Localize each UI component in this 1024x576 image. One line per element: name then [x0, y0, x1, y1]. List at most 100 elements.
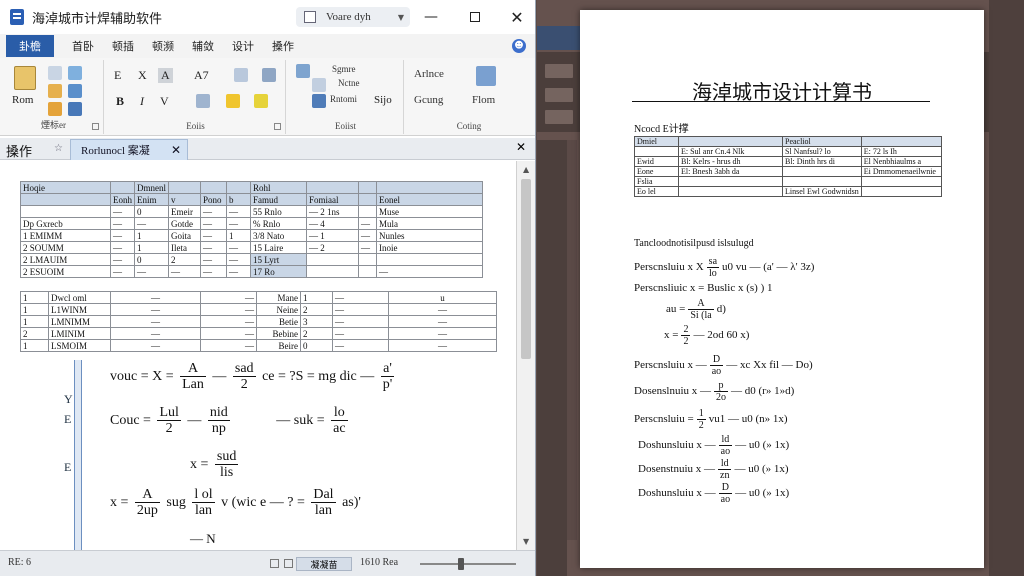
table-row[interactable]: 1 LSMOIM — — Beire 0 — — [20, 339, 497, 352]
clear-format-icon[interactable] [262, 68, 276, 82]
table-row[interactable]: 2 LMINIM — — Bebine 2 — — [20, 327, 497, 340]
strikethrough-button[interactable]: X [138, 68, 147, 83]
table-cell[interactable]: — [332, 339, 389, 352]
table-cell[interactable]: — [358, 229, 377, 242]
font-size-button[interactable]: A7 [194, 68, 209, 83]
menu-item-tools[interactable]: 辅敛 [192, 38, 214, 54]
view-mode-button[interactable]: 凝凝苗 [296, 557, 352, 571]
table-cell[interactable]: — [388, 327, 497, 340]
menu-item-operate[interactable]: 搡作 [272, 38, 294, 54]
table-cell[interactable]: — [134, 265, 169, 278]
table-cell[interactable]: 1 [20, 315, 49, 328]
table-cell[interactable]: LMINIM [48, 327, 111, 340]
table-row[interactable]: 2 ESUOIM — — — — — 17 Ro — [20, 265, 483, 278]
zoom-slider-knob[interactable] [458, 558, 464, 570]
table-cell[interactable]: — [200, 241, 227, 254]
table-cell[interactable]: LSMOIM [48, 339, 111, 352]
table-cell[interactable] [20, 205, 111, 218]
table-cell[interactable]: L1WINM [48, 303, 111, 316]
underline-button[interactable]: V [160, 94, 169, 109]
highlight-icon[interactable] [48, 102, 62, 116]
table-cell[interactable]: Inoie [376, 241, 483, 254]
table-cell[interactable]: — [332, 303, 389, 316]
table-cell[interactable]: — 2 1ns [306, 205, 359, 218]
table-row[interactable]: — 0 Emeir — — 55 Rnlo — 2 1ns Muse [20, 205, 483, 218]
ribbon-config-item[interactable]: Arlnce [414, 68, 444, 80]
table-cell[interactable]: 17 Ro [250, 265, 307, 278]
tab-document[interactable]: Rorlunocl 案凝 ✕ [70, 139, 188, 160]
table-cell[interactable]: — [200, 303, 257, 316]
ribbon-edit-item[interactable]: Nctne [338, 78, 360, 88]
table-cell[interactable]: — [110, 327, 201, 340]
paste-icon[interactable] [14, 66, 36, 90]
table-cell[interactable] [358, 265, 377, 278]
font-button[interactable]: E [114, 68, 121, 83]
table-row[interactable]: 2 SOUMM — 1 Ileta — — 15 Laire — 2 — Ino… [20, 241, 483, 254]
table-cell[interactable]: 2 [300, 327, 333, 340]
table-cell[interactable]: Mane [256, 291, 301, 304]
table-cell[interactable]: — [200, 205, 227, 218]
table-cell[interactable]: 15 Laire [250, 241, 307, 254]
table-cell[interactable]: — [200, 253, 227, 266]
table-cell[interactable]: % Rnlo [250, 217, 307, 230]
table-cell[interactable]: — [388, 315, 497, 328]
print-layout-icon[interactable] [284, 559, 293, 568]
table-cell[interactable]: 1 [134, 229, 169, 242]
list-icon[interactable] [296, 64, 310, 78]
ribbon-config-item[interactable]: Flom [472, 94, 495, 106]
table-cell[interactable]: — 4 [306, 217, 359, 230]
ribbon-edit-item[interactable]: Sijo [374, 94, 392, 106]
table-cell[interactable]: 2 [300, 303, 333, 316]
table-cell[interactable]: — [358, 217, 377, 230]
copy-icon[interactable] [68, 66, 82, 80]
align-icon[interactable] [312, 94, 326, 108]
group-launcher-icon[interactable] [92, 123, 99, 130]
table-cell[interactable]: 2 [168, 253, 201, 266]
tab-operate[interactable]: 搡作 [6, 141, 32, 160]
panel-close-icon[interactable]: ✕ [516, 140, 526, 154]
bold-button[interactable]: B [116, 94, 124, 109]
table-cell[interactable]: Ileta [168, 241, 201, 254]
table-cell[interactable]: — [110, 229, 135, 242]
maximize-button[interactable] [460, 6, 490, 28]
table-cell[interactable]: — [332, 315, 389, 328]
table-cell[interactable]: — [110, 217, 135, 230]
table-cell[interactable]: — [226, 253, 251, 266]
table-cell[interactable]: — [388, 303, 497, 316]
quick-access-dropdown[interactable]: Voare dyh ▼ [296, 7, 410, 27]
format-painter-icon[interactable] [48, 84, 62, 98]
close-button[interactable]: ✕ [502, 6, 532, 28]
table-cell[interactable]: — [200, 229, 227, 242]
table-cell[interactable] [376, 253, 483, 266]
table-cell[interactable]: 0 [134, 205, 169, 218]
clear-icon[interactable] [68, 84, 82, 98]
table-row[interactable]: 1 Dwcl oml — — Mane 1 — u [20, 291, 497, 304]
table-cell[interactable]: u [388, 291, 497, 304]
table-cell[interactable]: — [200, 291, 257, 304]
ribbon-config-item[interactable]: Gcung [414, 94, 443, 106]
table-cell[interactable]: — [200, 217, 227, 230]
menu-item-insert[interactable]: 顿插 [112, 38, 134, 54]
table-cell[interactable]: Betie [256, 315, 301, 328]
subscript-icon[interactable] [234, 68, 248, 82]
table-cell[interactable]: — [110, 339, 201, 352]
table-cell[interactable]: 2 SOUMM [20, 241, 111, 254]
minimize-button[interactable]: — [416, 6, 446, 28]
indent-icon[interactable] [312, 78, 326, 92]
table-row[interactable]: 1 EMIMM — 1 Goita — 1 3/8 Nato — 1 — Nun… [20, 229, 483, 242]
table-cell[interactable] [306, 265, 359, 278]
table-cell[interactable]: — [226, 241, 251, 254]
file-tab[interactable]: 卦檐 [6, 35, 54, 57]
highlight-color-icon[interactable] [226, 94, 240, 108]
table-cell[interactable]: — [376, 265, 483, 278]
table-cell[interactable]: 3/8 Nato [250, 229, 307, 242]
table-cell[interactable]: — [200, 327, 257, 340]
menu-item-home[interactable]: 首卧 [72, 38, 94, 54]
table-cell[interactable]: 1 [300, 291, 333, 304]
close-icon[interactable]: ✕ [171, 143, 181, 158]
table-cell[interactable]: — [226, 217, 251, 230]
table-cell[interactable]: 1 [20, 339, 49, 352]
table-cell[interactable] [358, 205, 377, 218]
table-cell[interactable]: LMNIMM [48, 315, 111, 328]
table-cell[interactable]: 1 [20, 303, 49, 316]
